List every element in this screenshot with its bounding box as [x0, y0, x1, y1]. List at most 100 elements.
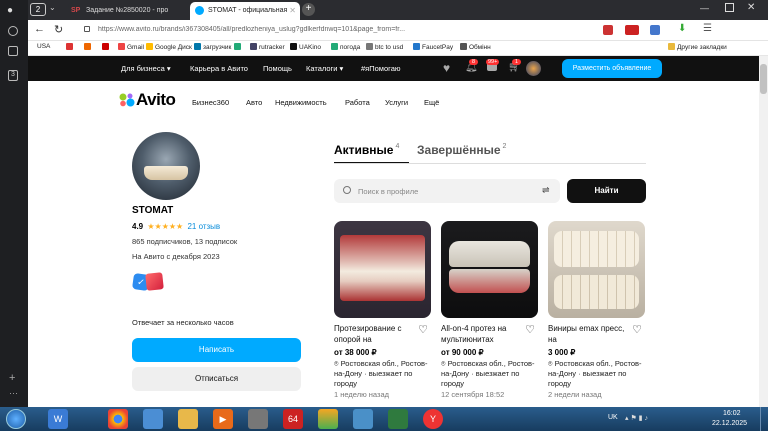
- taskbar-yandex[interactable]: Y: [423, 409, 443, 429]
- messages-badge: 99+: [486, 59, 500, 65]
- bookmark-icon-1[interactable]: [66, 43, 75, 51]
- catalogs-link[interactable]: Каталоги ▾: [306, 64, 343, 73]
- write-message-button[interactable]: Написать: [132, 338, 301, 362]
- nav-more[interactable]: Ещё: [424, 98, 439, 107]
- clock-date[interactable]: 22.12.2025: [712, 420, 747, 427]
- tab-list-chevron[interactable]: ⌄: [49, 3, 56, 12]
- bookmark-rutracker[interactable]: rutracker: [250, 43, 285, 51]
- post-ad-button[interactable]: Разместить объявление: [562, 59, 662, 78]
- taskbar-app-6[interactable]: [248, 409, 268, 429]
- new-tab-button[interactable]: +: [302, 3, 315, 16]
- bookmark-faucetpay[interactable]: FaucetPay: [413, 43, 453, 51]
- user-avatar[interactable]: [526, 61, 541, 76]
- taskbar-aida64[interactable]: 64: [283, 409, 303, 429]
- language-indicator[interactable]: UK: [608, 414, 618, 421]
- scrollbar-thumb[interactable]: [760, 64, 767, 94]
- for-business-link[interactable]: Для бизнеса ▾: [121, 64, 171, 73]
- tab-active[interactable]: Активные 4: [334, 141, 399, 159]
- reload-icon[interactable]: ↻: [54, 23, 63, 36]
- tab-closed[interactable]: Завершённые 2: [417, 141, 506, 159]
- bookmark-downloader[interactable]: загрузчик: [194, 43, 231, 51]
- taskbar-app-9[interactable]: [353, 409, 373, 429]
- bookmark-youtube[interactable]: [102, 43, 111, 51]
- back-icon[interactable]: ←: [34, 23, 45, 35]
- more-icon[interactable]: ···: [9, 388, 18, 398]
- nav-services[interactable]: Услуги: [385, 98, 408, 107]
- bookmark-other[interactable]: Другие закладки: [668, 43, 727, 51]
- bookmark-usa[interactable]: USA: [37, 43, 50, 50]
- extension-icon-1[interactable]: [603, 25, 613, 35]
- tabs-panel-icon[interactable]: 3: [8, 70, 18, 81]
- favorite-heart-icon[interactable]: ♡: [632, 323, 642, 336]
- bookmark-gmail[interactable]: Gmail: [118, 43, 144, 51]
- extension-icon-2[interactable]: [625, 25, 639, 35]
- tab-task[interactable]: SP Задание №2850020 - про: [68, 2, 190, 20]
- menu-icon[interactable]: ☰: [703, 23, 712, 34]
- filter-icon[interactable]: ⇌: [542, 185, 550, 196]
- listing-card[interactable]: ♡ Виниры emax пресс, на 3 000 ₽ ⌾ Ростов…: [548, 221, 645, 399]
- close-tab-icon[interactable]: ✕: [289, 6, 296, 15]
- followers-text[interactable]: 865 подписчиков, 13 подписок: [132, 237, 237, 246]
- listing-image[interactable]: [548, 221, 645, 318]
- taskbar-app-3[interactable]: [143, 409, 163, 429]
- show-desktop-button[interactable]: [760, 407, 768, 431]
- unsubscribe-button[interactable]: Отписаться: [132, 367, 301, 391]
- extension-icon-3[interactable]: [650, 25, 660, 35]
- url-field[interactable]: https://www.avito.ru/brands/i367308405/a…: [98, 26, 538, 33]
- taskbar-explorer[interactable]: [178, 409, 198, 429]
- favorite-heart-icon[interactable]: ♡: [418, 323, 428, 336]
- bookmark-uakino[interactable]: UAKino: [290, 43, 321, 51]
- nav-biznes360[interactable]: Бизнес360: [192, 98, 229, 107]
- page-scrollbar[interactable]: [759, 56, 768, 407]
- bookmark-icon-3[interactable]: [234, 43, 243, 51]
- windows-taskbar: W ▶ 64 Y UK ▴ ⚑ ▮ ♪ 16:02 22.12.2025: [0, 407, 768, 431]
- window-maximize-button[interactable]: [725, 3, 734, 12]
- nav-jobs[interactable]: Работа: [345, 98, 370, 107]
- add-panel-icon[interactable]: +: [9, 372, 15, 384]
- taskbar-chrome[interactable]: [108, 409, 128, 429]
- verified-badges[interactable]: ✓: [131, 272, 167, 292]
- listing-title[interactable]: All-on-4 протез на мультиюнитах: [441, 323, 525, 345]
- tab-active-count: 4: [395, 142, 400, 150]
- bookmarks-panel-icon[interactable]: [8, 46, 18, 56]
- reviews-link[interactable]: 21 отзыв: [187, 222, 220, 231]
- bookmark-exchange[interactable]: Обмінн: [460, 43, 491, 51]
- profile-search-input[interactable]: Поиск в профиле ⇌: [334, 179, 560, 203]
- listing-title[interactable]: Виниры emax пресс, на: [548, 323, 632, 345]
- favorites-heart-icon[interactable]: ♥: [443, 61, 450, 75]
- window-minimize-button[interactable]: —: [700, 3, 709, 13]
- history-icon[interactable]: [8, 26, 18, 36]
- help-link[interactable]: Помощь: [263, 64, 292, 73]
- bookmark-weather[interactable]: погода: [331, 43, 360, 51]
- listing-title[interactable]: Протезирование с опорой на: [334, 323, 418, 345]
- bookmark-icon-2[interactable]: [84, 43, 93, 51]
- listing-image[interactable]: [441, 221, 538, 318]
- bookmark-google-drive[interactable]: Google Диск: [146, 43, 192, 51]
- taskbar-app-1[interactable]: W: [48, 409, 68, 429]
- tab-avito[interactable]: STOMAT - официальная ✕: [190, 2, 300, 20]
- tab-counter[interactable]: 2: [30, 3, 46, 16]
- listing-card[interactable]: ♡ Протезирование с опорой на от 38 000 ₽…: [334, 221, 431, 399]
- listing-image[interactable]: [334, 221, 431, 318]
- ya-pomogayu-link[interactable]: #яПомогаю: [361, 64, 401, 73]
- favorite-heart-icon[interactable]: ♡: [525, 323, 535, 336]
- avatar-teeth: [144, 166, 188, 180]
- nav-realty[interactable]: Недвижимость: [275, 98, 327, 107]
- listing-card[interactable]: ♡ All-on-4 протез на мультиюнитах от 90 …: [441, 221, 538, 399]
- avito-top-bar: Для бизнеса ▾ Карьера в Авито Помощь Кат…: [28, 56, 759, 81]
- tray-icons[interactable]: ▴ ⚑ ▮ ♪: [625, 414, 648, 422]
- taskbar-app-10[interactable]: [388, 409, 408, 429]
- bookmark-btc[interactable]: btc to usd: [366, 43, 403, 51]
- tab-closed-count: 2: [502, 142, 507, 150]
- taskbar-app-8[interactable]: [318, 409, 338, 429]
- download-icon[interactable]: ⬇: [678, 23, 686, 34]
- search-button[interactable]: Найти: [567, 179, 646, 203]
- career-link[interactable]: Карьера в Авито: [190, 64, 248, 73]
- taskbar-media[interactable]: ▶: [213, 409, 233, 429]
- nav-avto[interactable]: Авто: [246, 98, 262, 107]
- clock-time[interactable]: 16:02: [723, 410, 741, 417]
- start-button[interactable]: [6, 409, 26, 429]
- listing-location: ⌾ Ростовская обл., Ростов-на-Дону · выез…: [334, 359, 428, 388]
- window-close-button[interactable]: ✕: [747, 2, 755, 13]
- profile-icon[interactable]: ●: [7, 5, 19, 16]
